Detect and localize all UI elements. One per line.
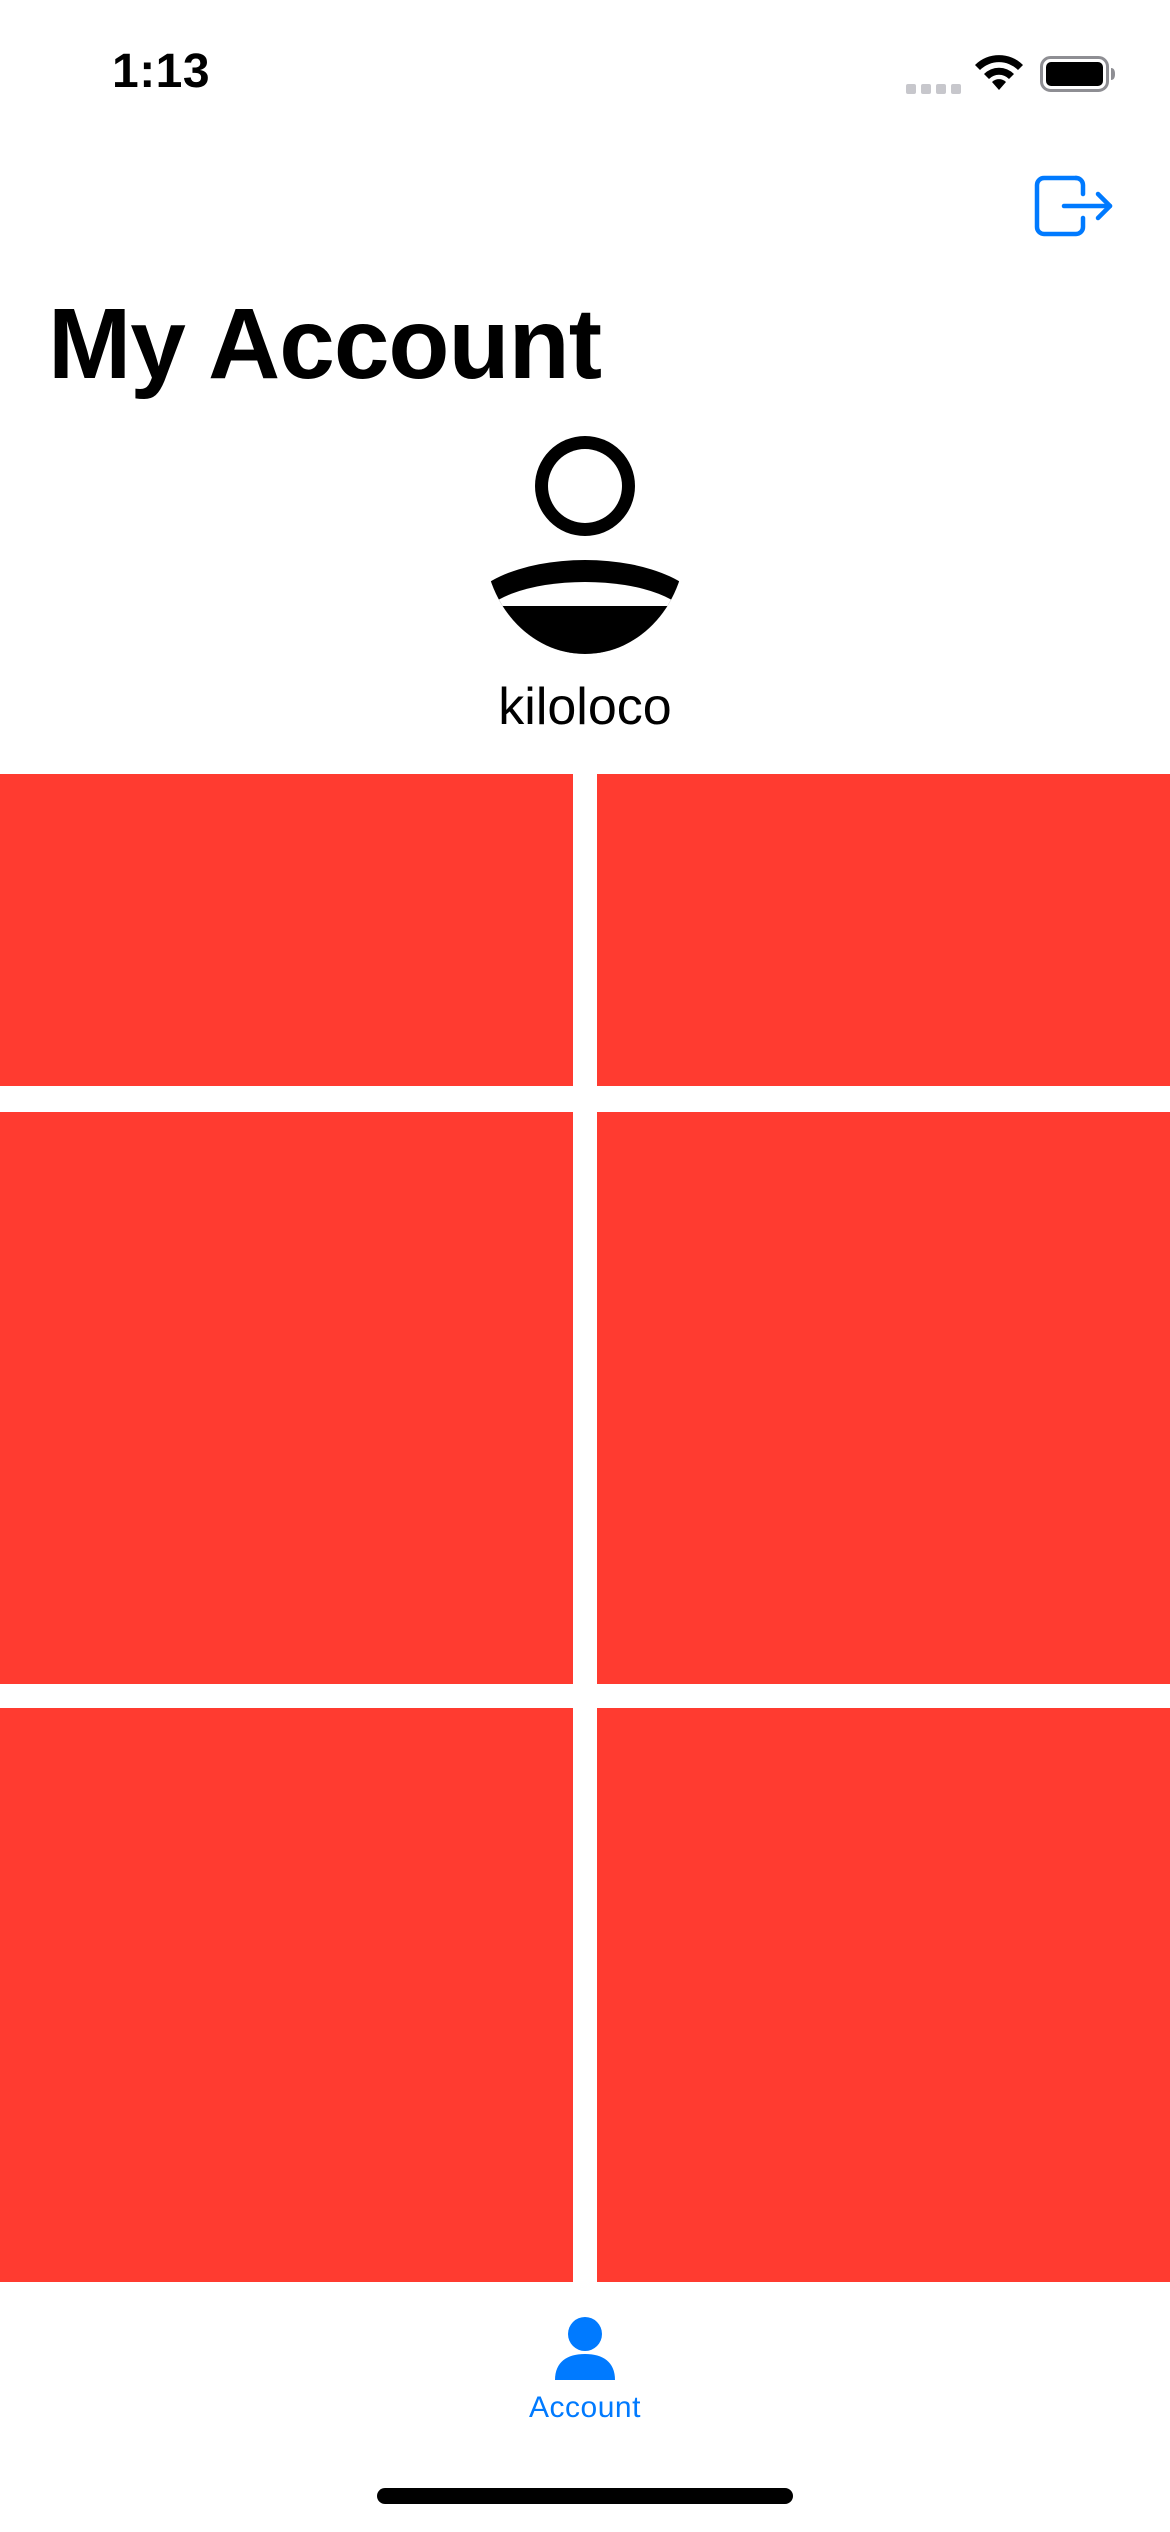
username: kiloloco: [498, 678, 672, 736]
grid-tile[interactable]: [0, 1708, 573, 2282]
status-time: 1:13: [112, 45, 211, 98]
avatar: [484, 426, 686, 654]
grid-tile[interactable]: [0, 1112, 573, 1684]
status-bar: 1:13: [0, 0, 1170, 140]
grid-tile[interactable]: [0, 774, 573, 1086]
page-title: My Account: [48, 288, 602, 400]
battery-icon: [1040, 56, 1115, 92]
grid-tile[interactable]: [597, 774, 1170, 1086]
tab-account[interactable]: Account: [485, 2296, 685, 2446]
posts-grid: [0, 774, 1170, 2282]
person-fill-icon: [555, 2317, 615, 2380]
grid-tile[interactable]: [597, 1112, 1170, 1684]
grid-tile[interactable]: [597, 1708, 1170, 2282]
person-icon: [484, 436, 686, 654]
cellular-signal-icon: [906, 84, 961, 94]
home-indicator: [377, 2488, 793, 2504]
tab-account-label: Account: [529, 2391, 641, 2424]
logout-icon: [1034, 175, 1113, 237]
logout-button[interactable]: [1030, 166, 1118, 246]
wifi-icon: [975, 55, 1023, 90]
